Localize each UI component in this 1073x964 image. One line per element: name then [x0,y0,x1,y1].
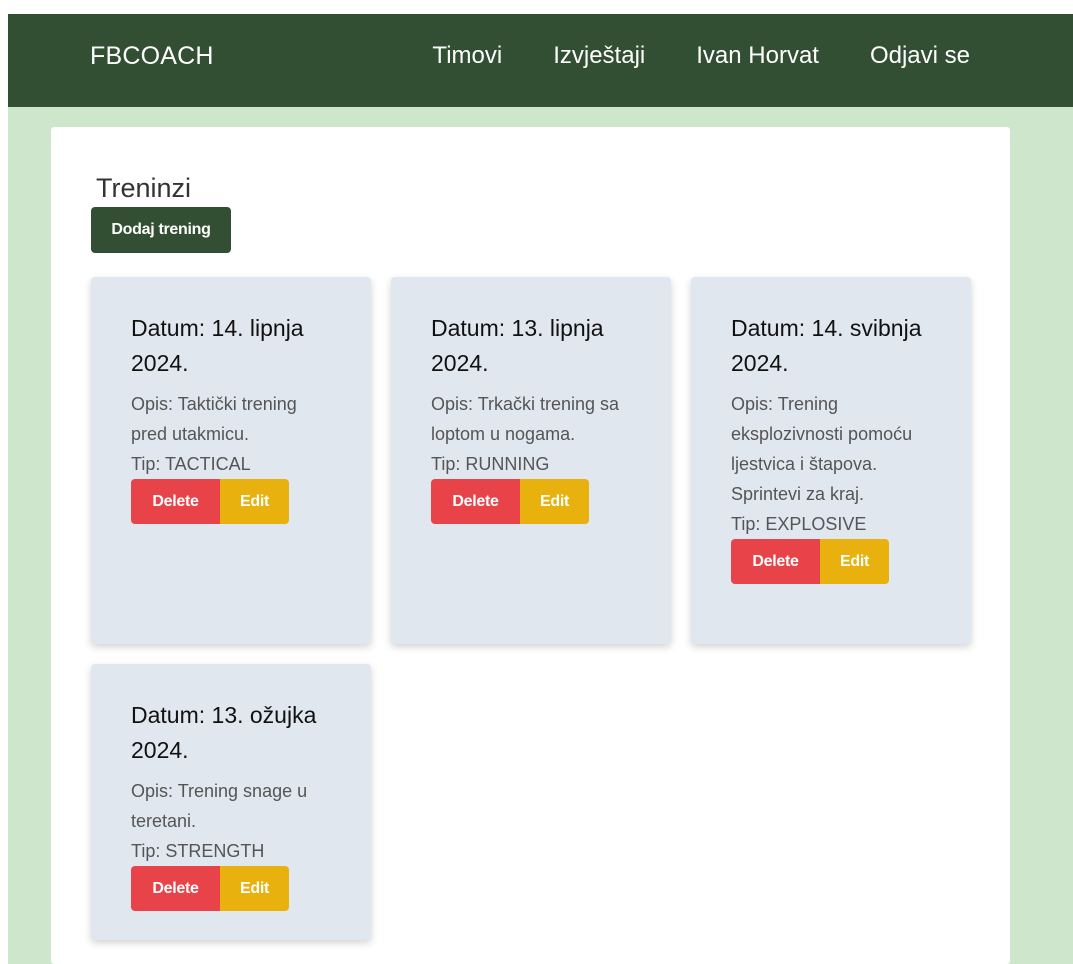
training-description: Opis: Trkački trening sa loptom u nogama… [431,394,620,444]
edit-button[interactable]: Edit [220,866,289,911]
nav-link-timovi[interactable]: Timovi [432,42,502,70]
training-card: Datum: 14. svibnja 2024. Opis: Trening e… [691,277,971,644]
nav-links: Timovi Izvještaji Ivan Horvat Odjavi se [432,42,970,70]
nav-link-izvjestaji[interactable]: Izvještaji [553,42,645,70]
training-date: Datum: 13. ožujka 2024. [131,702,317,763]
training-card: Datum: 13. ožujka 2024. Opis: Trening sn… [91,664,371,940]
delete-button[interactable]: Delete [131,866,220,911]
training-type: Tip: STRENGTH [131,841,265,861]
edit-button[interactable]: Edit [820,539,889,584]
training-description: Opis: Trening snage u teretani. [131,781,308,831]
nav-link-logout[interactable]: Odjavi se [870,42,970,70]
training-actions: Delete Edit [431,479,631,524]
training-type: Tip: RUNNING [431,454,550,474]
training-description: Opis: Taktički trening pred utakmicu. [131,394,297,444]
training-actions: Delete Edit [131,866,331,911]
brand-logo[interactable]: FBCOACH [90,42,214,71]
delete-button[interactable]: Delete [131,479,220,524]
training-description: Opis: Trening eksplozivnosti pomoću ljes… [731,394,913,504]
training-card: Datum: 14. lipnja 2024. Opis: Taktički t… [91,277,371,644]
edit-button[interactable]: Edit [520,479,589,524]
training-date: Datum: 14. lipnja 2024. [131,315,304,376]
training-card: Datum: 13. lipnja 2024. Opis: Trkački tr… [391,277,671,644]
nav-link-user[interactable]: Ivan Horvat [696,42,819,70]
page-title: Treninzi [96,173,192,203]
training-date: Datum: 13. lipnja 2024. [431,315,604,376]
navbar: FBCOACH Timovi Izvještaji Ivan Horvat Od… [8,14,1073,107]
training-type: Tip: EXPLOSIVE [731,514,867,534]
delete-button[interactable]: Delete [731,539,820,584]
app-frame: FBCOACH Timovi Izvještaji Ivan Horvat Od… [8,14,1073,964]
edit-button[interactable]: Edit [220,479,289,524]
training-date: Datum: 14. svibnja 2024. [731,315,922,376]
add-training-button[interactable]: Dodaj trening [91,207,231,253]
training-type: Tip: TACTICAL [131,454,251,474]
training-actions: Delete Edit [731,539,931,584]
delete-button[interactable]: Delete [431,479,520,524]
training-actions: Delete Edit [131,479,331,524]
trainings-panel: Treninzi Dodaj trening Datum: 14. lipnja… [51,127,1010,964]
